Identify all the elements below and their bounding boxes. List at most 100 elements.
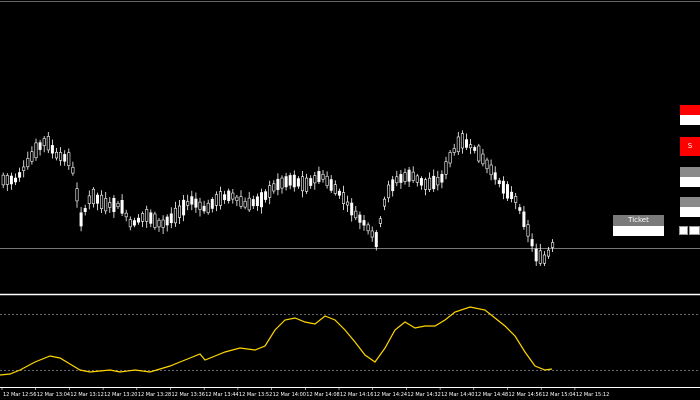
candle-body: [378, 218, 382, 224]
sl-button[interactable]: [680, 197, 700, 207]
candle-body: [141, 213, 145, 222]
chart-window[interactable]: 12 Mar 12:56 12 Mar 13:04 12 Mar 13:12 12 M…: [0, 0, 700, 400]
candle-body: [534, 248, 538, 262]
candle-body: [247, 197, 251, 211]
candle-body: [313, 175, 317, 184]
candle-body: [428, 177, 432, 190]
candle-body: [440, 173, 444, 183]
candle-body: [518, 207, 522, 211]
candle-body: [542, 254, 546, 264]
time-axis-label: 12 Mar 13:12: [70, 392, 103, 398]
candle-body: [403, 172, 407, 182]
candle-body: [374, 232, 378, 248]
candle-body: [284, 176, 288, 188]
oscillator-line: [0, 306, 553, 376]
time-axis-label: 12 Mar 14:24: [374, 392, 407, 398]
candle-body: [34, 142, 38, 159]
candle-body: [341, 192, 345, 204]
candle-body: [91, 188, 95, 205]
lot-field[interactable]: [680, 177, 700, 187]
candle-body: [18, 172, 22, 178]
candle-body: [485, 159, 489, 170]
candle-body: [444, 161, 448, 175]
candle-body: [526, 224, 530, 237]
candle-body: [264, 191, 268, 200]
candle-body: [5, 175, 9, 185]
candle-body: [350, 202, 354, 216]
ticket-input[interactable]: [613, 226, 664, 236]
candle-body: [530, 239, 534, 247]
candle-body: [473, 147, 477, 151]
candle-body: [321, 174, 325, 180]
candle-body: [227, 190, 231, 202]
candle-body: [214, 194, 218, 206]
candle-body: [210, 199, 214, 209]
candle-body: [30, 151, 34, 162]
candle-body: [354, 210, 358, 219]
sell-button[interactable]: [680, 105, 700, 115]
candle-body: [493, 172, 497, 180]
candle-body: [178, 205, 182, 218]
candle-body: [419, 178, 423, 186]
candle-body: [22, 166, 26, 171]
candle-body: [391, 179, 395, 192]
candle-body: [194, 198, 198, 208]
candle-body: [415, 175, 419, 183]
candle-body: [399, 174, 403, 183]
candle-body: [300, 176, 304, 192]
sell-price-field[interactable]: [680, 115, 700, 125]
candle-body: [239, 196, 243, 207]
candle-body: [288, 175, 292, 186]
candle-body: [395, 176, 399, 184]
sell-action-button[interactable]: S: [680, 137, 700, 156]
candle-body: [387, 184, 391, 199]
candle-body: [75, 188, 79, 202]
candle-body: [63, 154, 67, 162]
candle-body: [317, 171, 321, 183]
mini-checkbox-2[interactable]: [689, 226, 700, 235]
candle-body: [235, 196, 239, 201]
candle-body: [305, 177, 309, 192]
candle-body: [157, 219, 161, 228]
mini-checkbox-1[interactable]: [679, 226, 688, 235]
candle-body: [26, 158, 30, 168]
candle-body: [510, 191, 514, 199]
candle-body: [169, 213, 173, 224]
ticket-header: Ticket: [613, 215, 664, 226]
time-axis-label: 12 Mar 13:04: [37, 392, 70, 398]
candle-body: [346, 201, 350, 206]
time-axis-label: 12 Mar 13:28: [138, 392, 171, 398]
candle-body: [497, 180, 501, 185]
candle-body: [551, 242, 555, 248]
candle-body: [358, 214, 362, 223]
candle-body: [1, 174, 5, 186]
lot-button[interactable]: [680, 167, 700, 177]
candle-body: [149, 212, 153, 224]
candle-body: [79, 212, 83, 227]
candle-body: [132, 220, 136, 226]
candle-body: [423, 179, 427, 190]
candle-body: [505, 184, 509, 199]
candle-body: [366, 224, 370, 232]
candle-body: [206, 203, 210, 213]
candle-body: [501, 180, 505, 194]
candle-body: [54, 151, 58, 159]
candle-body: [436, 177, 440, 186]
sl-field[interactable]: [680, 207, 700, 217]
candle-body: [514, 196, 518, 203]
candle-body: [120, 200, 124, 214]
candle-body: [190, 196, 194, 205]
candle-body: [268, 185, 272, 198]
price-candles: [1, 130, 555, 266]
candle-body: [182, 199, 186, 216]
time-axis-label: 12 Mar 14:48: [475, 392, 508, 398]
candle-body: [108, 202, 112, 208]
candle-body: [9, 175, 13, 185]
time-axis-label: 12 Mar 15:04: [542, 392, 575, 398]
time-axis-label: 12 Mar 13:20: [104, 392, 137, 398]
chart-canvas[interactable]: 12 Mar 12:56 12 Mar 13:04 12 Mar 13:12 12 M…: [0, 0, 700, 400]
candle-body: [382, 198, 386, 207]
time-axis-label: 12 Mar 14:08: [306, 392, 339, 398]
candle-body: [292, 174, 296, 188]
time-axis-label: 12 Mar 14:00: [273, 392, 306, 398]
